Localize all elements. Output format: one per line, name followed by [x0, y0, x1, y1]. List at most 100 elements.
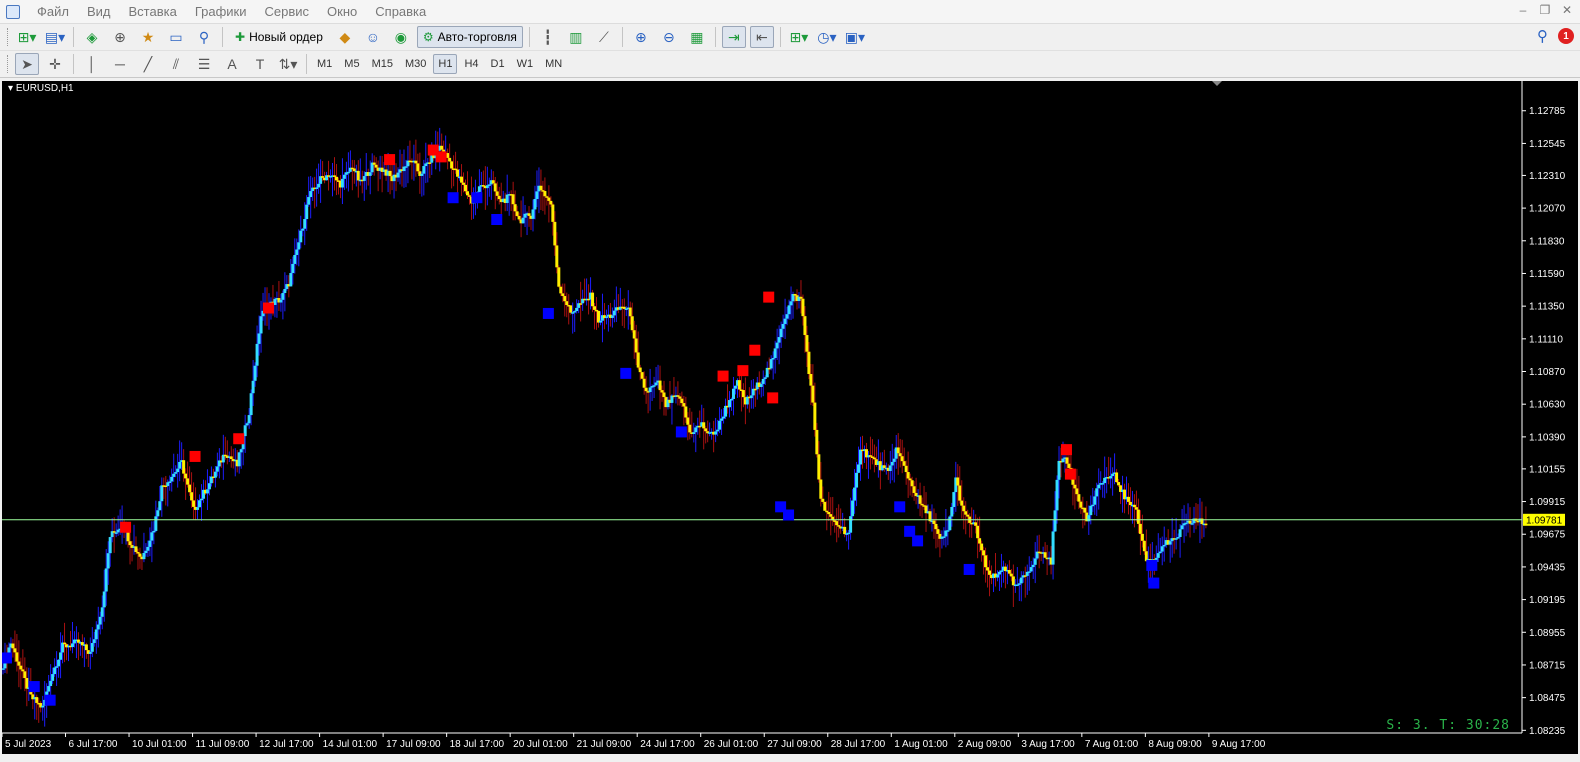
navigator-button[interactable]: ★	[136, 26, 160, 48]
channel-button[interactable]: ⫽	[164, 53, 188, 75]
toolbar-separator	[222, 27, 223, 47]
time-tick-label: 8 Aug 09:00	[1148, 739, 1202, 750]
indicators-icon: ⊞	[789, 28, 802, 45]
meta-editor-button[interactable]: ◆	[333, 26, 357, 48]
candle-body	[1055, 479, 1059, 511]
candle-body	[291, 263, 295, 274]
auto-trading-label: Авто-торговля	[437, 30, 517, 44]
community-button[interactable]: ☺	[361, 26, 385, 48]
candle-body	[539, 185, 543, 191]
text-label-button[interactable]: T	[248, 53, 272, 75]
profiles-button[interactable]: ▤ ▾	[43, 26, 67, 48]
candle-body	[803, 316, 807, 336]
crosshair-button[interactable]: ✛	[43, 53, 67, 75]
candle-body	[837, 525, 841, 527]
notification-badge[interactable]: 1	[1558, 28, 1574, 44]
auto-trading-button[interactable]: ⚙ Авто-торговля	[416, 26, 523, 48]
chart-title[interactable]: ▾ EURUSD,H1	[8, 83, 74, 94]
candle-body	[781, 323, 785, 329]
timeframe-w1[interactable]: W1	[512, 54, 539, 74]
tile-windows-button[interactable]: ▦	[685, 26, 709, 48]
search-icon[interactable]: ⚲	[1537, 27, 1548, 45]
signals-button[interactable]: ◉	[389, 26, 413, 48]
candle-body	[84, 644, 88, 651]
timeframe-m5[interactable]: M5	[339, 54, 364, 74]
timeframe-m30[interactable]: M30	[400, 54, 431, 74]
menu-tools[interactable]: Сервис	[256, 0, 319, 24]
menu-window[interactable]: Окно	[318, 0, 366, 24]
market-watch-button[interactable]: ◈	[80, 26, 104, 48]
candle-body	[636, 352, 640, 368]
timeframe-mn[interactable]: MN	[540, 54, 567, 74]
candle-body	[192, 500, 196, 507]
timeframe-m15[interactable]: M15	[367, 54, 398, 74]
candle-body	[154, 516, 158, 531]
timeframe-d1[interactable]: D1	[486, 54, 510, 74]
menu-view[interactable]: Вид	[78, 0, 120, 24]
line-chart-button[interactable]: ⟋	[592, 26, 616, 48]
trendline-button[interactable]: ╱	[136, 53, 160, 75]
timeframe-h4[interactable]: H4	[459, 54, 483, 74]
candle-body	[1043, 552, 1047, 558]
candle-body	[809, 373, 813, 386]
menu-insert[interactable]: Вставка	[120, 0, 186, 24]
price-tick-label: 1.09675	[1529, 530, 1566, 541]
strategy-tester-button[interactable]: ⚲	[192, 26, 216, 48]
text-button[interactable]: A	[220, 53, 244, 75]
bar-chart-button[interactable]: ┇	[536, 26, 560, 48]
timeframe-m1[interactable]: M1	[312, 54, 337, 74]
zoom-out-icon: ⊖	[663, 28, 675, 45]
candle-body	[976, 525, 980, 539]
periods-button[interactable]: ◷ ▾	[815, 26, 839, 48]
timeframe-h1[interactable]: H1	[433, 54, 458, 74]
candle-body	[857, 464, 861, 473]
templates-button[interactable]: ▣ ▾	[843, 26, 867, 48]
menu-help[interactable]: Справка	[366, 0, 435, 24]
close-icon[interactable]: ✕	[1560, 3, 1574, 17]
candle-body	[146, 546, 150, 551]
price-tick-label: 1.08235	[1529, 726, 1566, 737]
sell-signal-marker	[763, 291, 775, 303]
horizontal-line-button[interactable]: ─	[108, 53, 132, 75]
candle-body	[1095, 488, 1099, 497]
crosshair-target-icon: ⊕	[114, 28, 126, 45]
menu-file[interactable]: Файл	[28, 0, 78, 24]
arrows-button[interactable]: ⇅ ▾	[276, 53, 300, 75]
price-chart[interactable]: 1.12785 1.12545 1.12310 1.12070 1.11830 1.115…	[2, 81, 1578, 754]
menu-charts[interactable]: Графики	[186, 0, 256, 24]
price-tick-label: 1.08475	[1529, 693, 1566, 704]
vertical-line-button[interactable]: │	[80, 53, 104, 75]
zoom-out-button[interactable]: ⊖	[657, 26, 681, 48]
candlestick-button[interactable]: ▥	[564, 26, 588, 48]
candle-body	[1140, 533, 1144, 541]
sell-signal-marker	[767, 392, 779, 404]
candle-body	[207, 483, 211, 490]
candle-body	[41, 705, 45, 708]
minimize-icon[interactable]: –	[1516, 3, 1530, 17]
sell-signal-marker	[120, 521, 132, 533]
candle-body	[533, 198, 537, 210]
zoom-in-button[interactable]: ⊕	[629, 26, 653, 48]
candle-body	[920, 503, 924, 506]
indicators-button[interactable]: ⊞ ▾	[787, 26, 811, 48]
candle-body	[182, 460, 186, 474]
candle-body	[1077, 494, 1081, 502]
terminal-button[interactable]: ▭	[164, 26, 188, 48]
cursor-button[interactable]: ➤	[15, 53, 39, 75]
new-order-button[interactable]: ✚ Новый ордер	[229, 26, 329, 48]
chart-shift-button[interactable]: ⇤	[749, 26, 774, 48]
candle-body	[176, 468, 180, 473]
candle-body	[1029, 567, 1033, 572]
candle-body	[1134, 507, 1138, 510]
fibonacci-button[interactable]: ☰	[192, 53, 216, 75]
toolbar-grip[interactable]	[7, 28, 10, 46]
data-window-button[interactable]: ⊕	[108, 26, 132, 48]
toolbar-grip[interactable]	[7, 55, 10, 73]
new-chart-button[interactable]: ⊞ ▾	[15, 26, 39, 48]
restore-icon[interactable]: ❐	[1538, 3, 1552, 17]
candle-body	[628, 307, 632, 317]
candle-body	[1178, 529, 1182, 538]
auto-scroll-button[interactable]: ⇥	[721, 26, 746, 48]
candle-body	[1142, 540, 1146, 552]
candle-body	[684, 406, 688, 418]
